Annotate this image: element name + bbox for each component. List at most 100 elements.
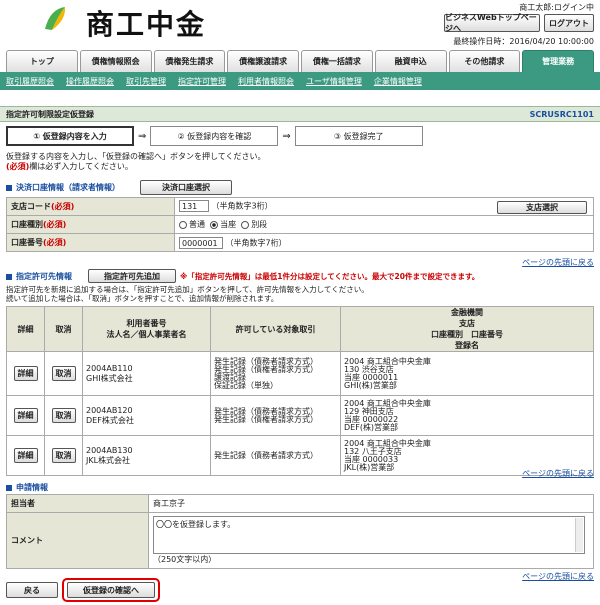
page-top-link[interactable]: ページの先頭に戻る — [522, 468, 594, 479]
permit-warning: ※「指定許可先情報」は最低1件分は設定してください。最大で20件まで設定できます… — [180, 272, 480, 281]
branch-code-cell: 131 （半角数字3桁） 支店選択 — [174, 197, 594, 216]
subnav-company-management[interactable]: 企業情報管理 — [374, 76, 422, 87]
step-complete: ③ 仮登録完了 — [294, 126, 423, 146]
table-row: 詳細 取消 2004AB130 JKL株式会社 発生記録（債務者請求方式） 20… — [6, 435, 594, 476]
bank-cell: 2004 商工組合中央金庫 129 神田支店 当座 0000022 DEF(株)… — [340, 395, 594, 436]
detail-button[interactable]: 詳細 — [13, 366, 38, 381]
subnav-permit-management[interactable]: 指定許可管理 — [178, 76, 226, 87]
permit-section-title: 指定許可先情報 — [6, 271, 72, 282]
tab-other[interactable]: その他請求 — [448, 50, 521, 72]
col-cancel: 取消 — [44, 306, 83, 352]
table-row: 詳細 取消 2004AB110 GHI株式会社 発生記録（債務者請求方式） 発生… — [6, 351, 594, 396]
permit-table: 詳細 取消 利用者番号 法人名／個人事業者名 許可している対象取引 金融機関 支… — [6, 306, 594, 476]
person-label: 担当者 — [6, 494, 149, 513]
tab-claim-issue[interactable]: 債権発生請求 — [153, 50, 226, 72]
branch-code-input[interactable]: 131 — [179, 199, 209, 212]
bullet-icon — [6, 484, 12, 491]
radio-current[interactable]: 当座 — [210, 220, 236, 229]
account-number-label: 口座番号(必須) — [6, 233, 175, 252]
tab-claim-inquiry[interactable]: 債権情報照会 — [79, 50, 152, 72]
section-title-text: 指定許可先情報 — [16, 272, 72, 281]
account-type-label: 口座種別(必須) — [6, 215, 175, 234]
col-detail: 詳細 — [6, 306, 45, 352]
user-cell: 2004AB120 DEF株式会社 — [82, 395, 211, 436]
tab-top[interactable]: トップ — [6, 50, 78, 72]
tab-bulk-request[interactable]: 債権一括請求 — [301, 50, 373, 72]
tab-admin[interactable]: 管理業務 — [522, 50, 594, 72]
radio-ordinary[interactable]: 普通 — [179, 220, 205, 229]
required-mark: (必須) — [6, 162, 30, 171]
step-confirm: ② 仮登録内容を確認 — [150, 126, 279, 146]
business-top-button[interactable]: ビジネスWebトップページへ — [444, 13, 540, 33]
account-type-cell: 普通 当座 別段 — [174, 215, 594, 234]
subnav-operation-history[interactable]: 操作履歴照会 — [66, 76, 114, 87]
comment-label: コメント — [6, 512, 149, 569]
logout-button[interactable]: ログアウト — [544, 14, 594, 32]
bank-cell: 2004 商工組合中央金庫 130 渋谷支店 当座 0000011 GHI(株)… — [340, 351, 594, 396]
page-header: 指定許可制限設定仮登録 SCRUSRC1101 — [0, 106, 600, 122]
bullet-icon — [6, 184, 12, 191]
cancel-button[interactable]: 取消 — [51, 366, 76, 381]
detail-button[interactable]: 詳細 — [13, 408, 38, 423]
comment-cell: 〇〇を仮登録します。 （250文字以内） — [148, 512, 594, 569]
account-table: 支店コード(必須) 131 （半角数字3桁） 支店選択 口座種別(必須) 普通 … — [6, 197, 594, 252]
tab-claim-transfer[interactable]: 債権譲渡請求 — [227, 50, 299, 72]
page-top-link[interactable]: ページの先頭に戻る — [522, 257, 594, 268]
col-user: 利用者番号 法人名／個人事業者名 — [82, 306, 211, 352]
table-row: 詳細 取消 2004AB120 DEF株式会社 発生記録（債務者請求方式） 発生… — [6, 395, 594, 436]
cancel-button[interactable]: 取消 — [51, 448, 76, 463]
account-section-title: 決済口座情報（請求者情報） — [6, 182, 120, 193]
intro-text: 仮登録する内容を入力し、「仮登録の確認へ」ボタンを押してください。 (必須)欄は… — [6, 152, 266, 172]
scope-cell: 発生記録（債務者請求方式） 発生記録（債権者請求方式） — [210, 395, 341, 436]
subnav-transaction-history[interactable]: 取引履歴照会 — [6, 76, 54, 87]
logo-icon — [45, 7, 66, 30]
person-value: 商工京子 — [148, 494, 594, 513]
last-operation: 最終操作日時：2016/04/20 10:00:00 — [453, 37, 594, 46]
section-title-text: 決済口座情報（請求者情報） — [16, 183, 120, 192]
scope-cell: 発生記録（債務者請求方式） — [210, 435, 341, 476]
branch-code-hint: （半角数字3桁） — [211, 201, 273, 210]
detail-button[interactable]: 詳細 — [13, 448, 38, 463]
col-scope: 許可している対象取引 — [210, 306, 341, 352]
scrollbar[interactable] — [575, 518, 583, 552]
radio-special[interactable]: 別段 — [241, 220, 267, 229]
user-cell: 2004AB110 GHI株式会社 — [82, 351, 211, 396]
tab-loan[interactable]: 融資申込 — [374, 50, 447, 72]
back-button[interactable]: 戻る — [6, 582, 58, 598]
account-number-hint: （半角数字7桁） — [225, 238, 287, 247]
sub-nav: 取引履歴照会 操作履歴照会 取引先管理 指定許可管理 利用者情報照会 ユーザ情報… — [0, 72, 600, 90]
step-input: ① 仮登録内容を入力 — [6, 126, 134, 146]
arrow-right-icon: ⇒ — [282, 130, 291, 142]
comment-hint: （250文字以内） — [153, 555, 217, 564]
branch-code-label: 支店コード(必須) — [6, 197, 175, 216]
account-select-button[interactable]: 決済口座選択 — [140, 180, 232, 195]
confirm-button[interactable]: 仮登録の確認へ — [67, 582, 155, 598]
permit-note: 指定許可先を新規に追加する場合は、「指定許可先追加」ボタンを押して、許可先情報を… — [6, 285, 369, 294]
permit-notes: 指定許可先を新規に追加する場合は、「指定許可先追加」ボタンを押して、許可先情報を… — [6, 285, 369, 303]
scope-cell: 発生記録（債務者請求方式） 発生記録（債権者請求方式） 譲渡記録 保証記録（単独… — [210, 351, 341, 396]
page-top-link[interactable]: ページの先頭に戻る — [522, 571, 594, 582]
step-indicator: ① 仮登録内容を入力 ⇒ ② 仮登録内容を確認 ⇒ ③ 仮登録完了 — [6, 126, 426, 146]
cancel-button[interactable]: 取消 — [51, 408, 76, 423]
apply-table: 担当者 商工京子 コメント 〇〇を仮登録します。 （250文字以内） — [6, 494, 594, 569]
user-cell: 2004AB130 JKL株式会社 — [82, 435, 211, 476]
subnav-user-info[interactable]: 利用者情報照会 — [238, 76, 294, 87]
account-number-cell: 0000001 （半角数字7桁） — [174, 233, 594, 252]
intro-line: 仮登録する内容を入力し、「仮登録の確認へ」ボタンを押してください。 — [6, 152, 266, 161]
subnav-partner-management[interactable]: 取引先管理 — [126, 76, 166, 87]
col-bank: 金融機関 支店 口座種別 口座番号 登録名 — [340, 306, 594, 352]
account-number-input[interactable]: 0000001 — [179, 236, 223, 249]
screen-code: SCRUSRC1101 — [529, 109, 594, 119]
logo-text: 商工中金 — [86, 8, 207, 41]
comment-textarea[interactable]: 〇〇を仮登録します。 — [153, 516, 585, 554]
permit-note: 続いて追加した場合は、「取消」ボタンを押すことで、追加情報が削除されます。 — [6, 294, 279, 303]
page-title: 指定許可制限設定仮登録 — [6, 109, 94, 119]
arrow-right-icon: ⇒ — [138, 130, 147, 142]
permit-add-button[interactable]: 指定許可先追加 — [88, 269, 176, 283]
branch-select-button[interactable]: 支店選択 — [497, 200, 587, 214]
main-tabs: トップ 債権情報照会 債権発生請求 債権譲渡請求 債権一括請求 融資申込 その他… — [6, 50, 594, 72]
bullet-icon — [6, 273, 12, 280]
subnav-user-management[interactable]: ユーザ情報管理 — [306, 76, 362, 87]
intro-line: 欄は必ず入力してください。 — [29, 162, 133, 171]
section-title-text: 申請情報 — [16, 483, 48, 492]
